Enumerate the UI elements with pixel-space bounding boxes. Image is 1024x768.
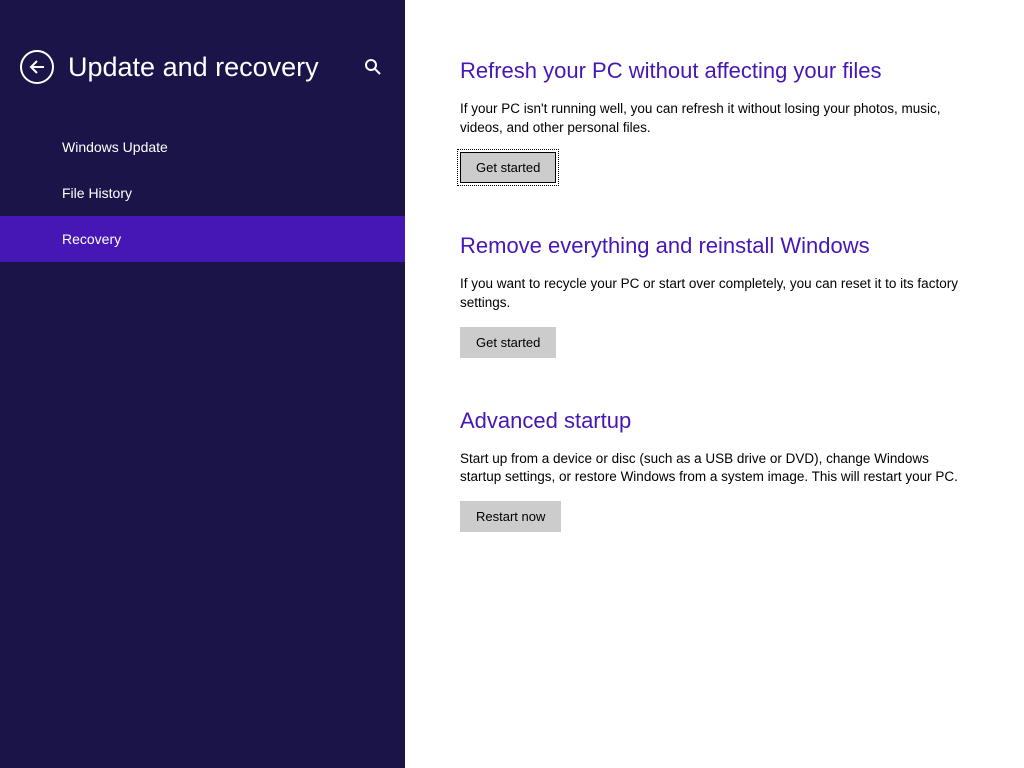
section-body: If your PC isn't running well, you can r… bbox=[460, 100, 960, 138]
section-body: If you want to recycle your PC or start … bbox=[460, 275, 960, 313]
refresh-get-started-button[interactable]: Get started bbox=[460, 152, 556, 183]
sidebar-item-label: File History bbox=[62, 185, 132, 201]
sidebar-item-label: Recovery bbox=[62, 231, 121, 247]
main-content: Refresh your PC without affecting your f… bbox=[405, 0, 1024, 768]
section-remove-everything: Remove everything and reinstall Windows … bbox=[460, 233, 974, 358]
sidebar-item-windows-update[interactable]: Windows Update bbox=[0, 124, 405, 170]
back-arrow-icon bbox=[29, 59, 45, 75]
search-button[interactable] bbox=[361, 55, 385, 79]
sidebar-header: Update and recovery bbox=[0, 0, 405, 114]
app-root: Update and recovery Windows Update File … bbox=[0, 0, 1024, 768]
back-button[interactable] bbox=[20, 50, 54, 84]
section-heading: Refresh your PC without affecting your f… bbox=[460, 58, 974, 84]
section-refresh-pc: Refresh your PC without affecting your f… bbox=[460, 58, 974, 183]
sidebar-item-file-history[interactable]: File History bbox=[0, 170, 405, 216]
sidebar-item-recovery[interactable]: Recovery bbox=[0, 216, 405, 262]
reset-get-started-button[interactable]: Get started bbox=[460, 327, 556, 358]
section-heading: Remove everything and reinstall Windows bbox=[460, 233, 974, 259]
page-title: Update and recovery bbox=[68, 52, 361, 83]
sidebar: Update and recovery Windows Update File … bbox=[0, 0, 405, 768]
section-heading: Advanced startup bbox=[460, 408, 974, 434]
search-icon bbox=[364, 58, 382, 76]
sidebar-nav: Windows Update File History Recovery bbox=[0, 124, 405, 262]
sidebar-item-label: Windows Update bbox=[62, 139, 168, 155]
restart-now-button[interactable]: Restart now bbox=[460, 501, 561, 532]
section-advanced-startup: Advanced startup Start up from a device … bbox=[460, 408, 974, 533]
section-body: Start up from a device or disc (such as … bbox=[460, 450, 960, 488]
